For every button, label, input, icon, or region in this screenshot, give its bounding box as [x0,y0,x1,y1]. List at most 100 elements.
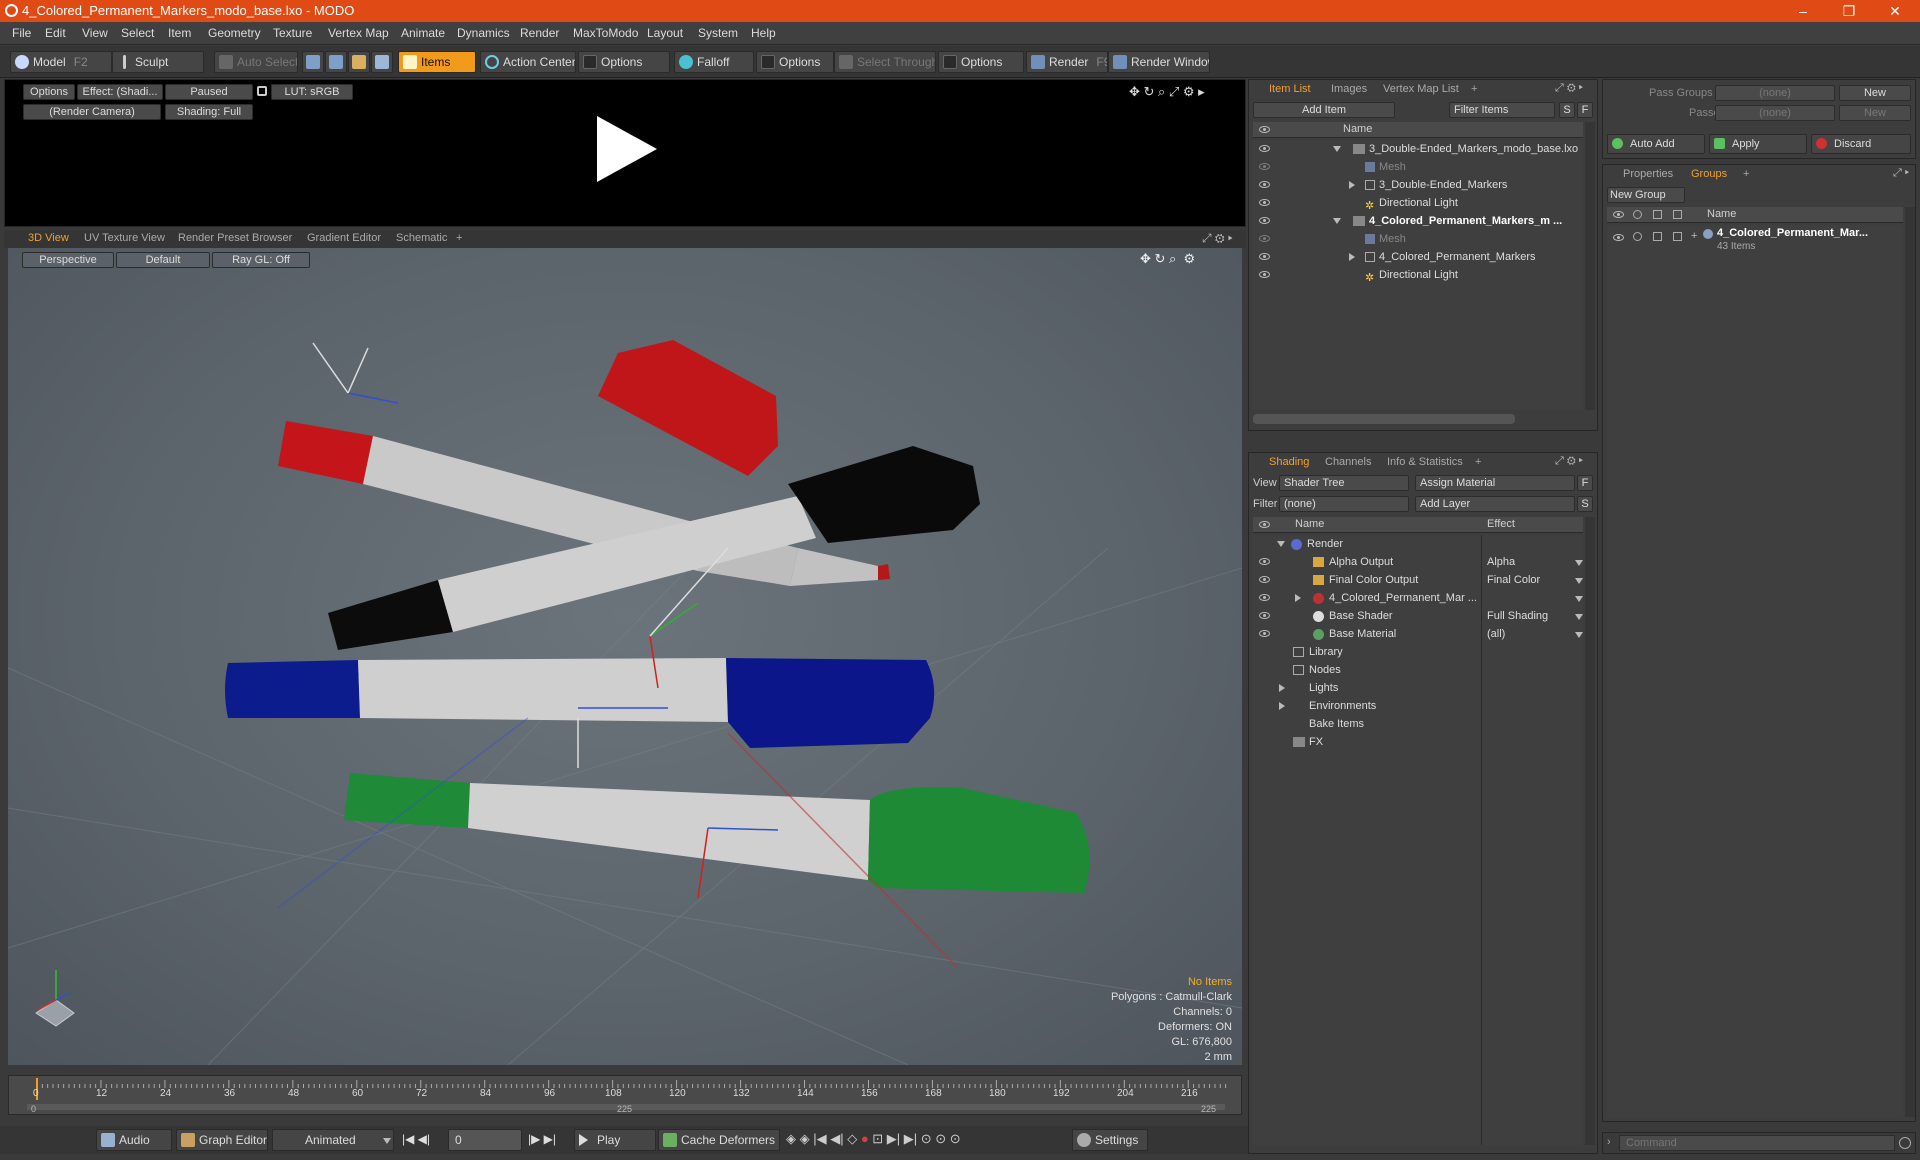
shader-tree-scrollbar[interactable] [1585,517,1595,1145]
menu-layout[interactable]: Layout [647,26,683,40]
visibility-icon[interactable] [1259,612,1270,619]
cache-deformers-button[interactable]: Cache Deformers [658,1129,780,1151]
shader-row[interactable]: Render [1253,535,1583,553]
lut-dropdown[interactable]: LUT: sRGB [271,84,353,100]
tab-uv-texture-view[interactable]: UV Texture View [84,232,165,244]
panel-menu-icon[interactable]: ⤢ ⚙ ▸ [1555,82,1583,95]
expand-icon[interactable] [1277,541,1285,547]
minimize-button[interactable]: – [1780,0,1826,22]
lock-toggle-icon[interactable] [1653,232,1662,241]
filter-dropdown[interactable]: (none) [1279,496,1409,512]
filter-items-input[interactable]: Filter Items [1449,102,1555,118]
expand-plus-icon[interactable]: + [1691,227,1697,245]
shader-row[interactable]: Alpha Output Alpha [1253,553,1583,571]
visibility-icon[interactable] [1259,594,1270,601]
expand-icon[interactable] [1333,218,1341,224]
visibility-icon[interactable] [1259,235,1270,242]
menu-vertex-map[interactable]: Vertex Map [328,26,389,40]
assign-material-dropdown[interactable]: Assign Material [1415,475,1575,491]
play-icon[interactable] [591,114,661,184]
shader-row[interactable]: Nodes [1253,661,1583,679]
menu-select[interactable]: Select [121,26,154,40]
preview-options-button[interactable]: Options [23,84,75,100]
menu-animate[interactable]: Animate [401,26,445,40]
tab-render-preset-browser[interactable]: Render Preset Browser [178,232,292,244]
shader-row[interactable]: Library [1253,643,1583,661]
tree-row[interactable]: ✲ Directional Light [1253,266,1583,284]
shader-row[interactable]: 4_Colored_Permanent_Mar ... [1253,589,1583,607]
command-input[interactable] [1619,1135,1895,1151]
timeline[interactable]: 0 12 24 36 48 60 72 84 96 108 120 132 14… [8,1075,1242,1115]
audio-button[interactable]: Audio [96,1129,172,1151]
item-list-h-scrollbar[interactable] [1253,414,1515,424]
tree-row[interactable]: Mesh [1253,230,1583,248]
falloff-options-button[interactable]: Options [756,51,834,73]
visibility-icon[interactable] [1259,576,1270,583]
visibility-icon[interactable] [1259,630,1270,637]
frame-back-buttons[interactable]: |◀ ◀| [402,1132,430,1146]
chevron-down-icon[interactable] [1575,560,1583,566]
chevron-down-icon[interactable] [1575,632,1583,638]
visibility-icon[interactable] [1613,234,1624,241]
visibility-icon[interactable] [1259,145,1270,152]
materials-mode-button[interactable] [371,51,393,73]
shading-dropdown[interactable]: Shading: Full [165,104,253,120]
menu-help[interactable]: Help [751,26,776,40]
play-button[interactable]: Play [574,1129,656,1151]
tab-add[interactable]: + [1471,83,1477,95]
pass-groups-dropdown[interactable]: (none) [1715,85,1835,101]
menu-dynamics[interactable]: Dynamics [457,26,510,40]
tab-groups[interactable]: Groups [1691,168,1727,180]
tree-row[interactable]: ✲ Directional Light [1253,194,1583,212]
render-camera-dropdown[interactable]: (Render Camera) [23,104,161,120]
expand-icon[interactable] [1333,146,1341,152]
tree-row[interactable]: 4_Colored_Permanent_Markers [1253,248,1583,266]
animated-dropdown[interactable]: Animated [272,1129,394,1151]
select-toggle-icon[interactable] [1673,232,1682,241]
close-button[interactable]: ✕ [1872,0,1918,22]
select-through-options-button[interactable]: Options [938,51,1024,73]
shader-row[interactable]: Bake Items [1253,715,1583,733]
chevron-down-icon[interactable] [1575,596,1583,602]
groups-scrollbar[interactable] [1905,207,1915,1117]
tab-schematic[interactable]: Schematic [396,232,447,244]
3d-viewport[interactable]: Perspective Default Ray GL: Off ✥ ↻ ⌕ ⚙ [8,248,1242,1065]
auto-select-button[interactable]: Auto Select [214,51,298,73]
tree-row[interactable]: 4_Colored_Permanent_Markers_m ... [1253,212,1583,230]
shader-row[interactable]: Environments [1253,697,1583,715]
sculpt-mode-button[interactable]: Sculpt [112,51,204,73]
expand-icon[interactable] [1349,181,1355,189]
tab-images[interactable]: Images [1331,83,1367,95]
menu-texture[interactable]: Texture [273,26,312,40]
settings-button[interactable]: Settings [1072,1129,1148,1151]
tree-row[interactable]: Mesh [1253,158,1583,176]
render-toggle-icon[interactable] [1633,232,1642,241]
select-through-button[interactable]: Select Through [834,51,936,73]
action-center-options-button[interactable]: Options [578,51,670,73]
visibility-icon[interactable] [1259,181,1270,188]
visibility-icon[interactable] [1259,253,1270,260]
new-group-button[interactable]: New Group [1607,187,1685,203]
menu-render[interactable]: Render [520,26,559,40]
shading-s-button[interactable]: S [1577,496,1593,512]
shader-row[interactable]: FX [1253,733,1583,751]
chevron-down-icon[interactable] [1575,578,1583,584]
model-mode-button[interactable]: Model F2 [10,51,112,73]
render-button[interactable]: RenderF9 [1026,51,1108,73]
auto-add-button[interactable]: Auto Add [1607,134,1705,154]
maximize-button[interactable]: ❐ [1826,0,1872,22]
new-pass-group-button[interactable]: New [1839,85,1911,101]
tab-add[interactable]: + [1743,168,1749,180]
item-list-scrollbar[interactable] [1585,122,1595,410]
group-row[interactable]: + 4_Colored_Permanent_Mar... 43 Items [1607,227,1903,257]
menu-system[interactable]: System [698,26,738,40]
menu-file[interactable]: File [12,26,31,40]
visibility-icon[interactable] [1259,163,1270,170]
expand-icon[interactable] [1349,253,1355,261]
passes-dropdown[interactable]: (none) [1715,105,1835,121]
frame-field[interactable]: 0 [448,1129,522,1151]
menu-view[interactable]: View [82,26,108,40]
visibility-icon[interactable] [1259,217,1270,224]
shader-row[interactable]: Lights [1253,679,1583,697]
new-pass-button[interactable]: New [1839,105,1911,121]
